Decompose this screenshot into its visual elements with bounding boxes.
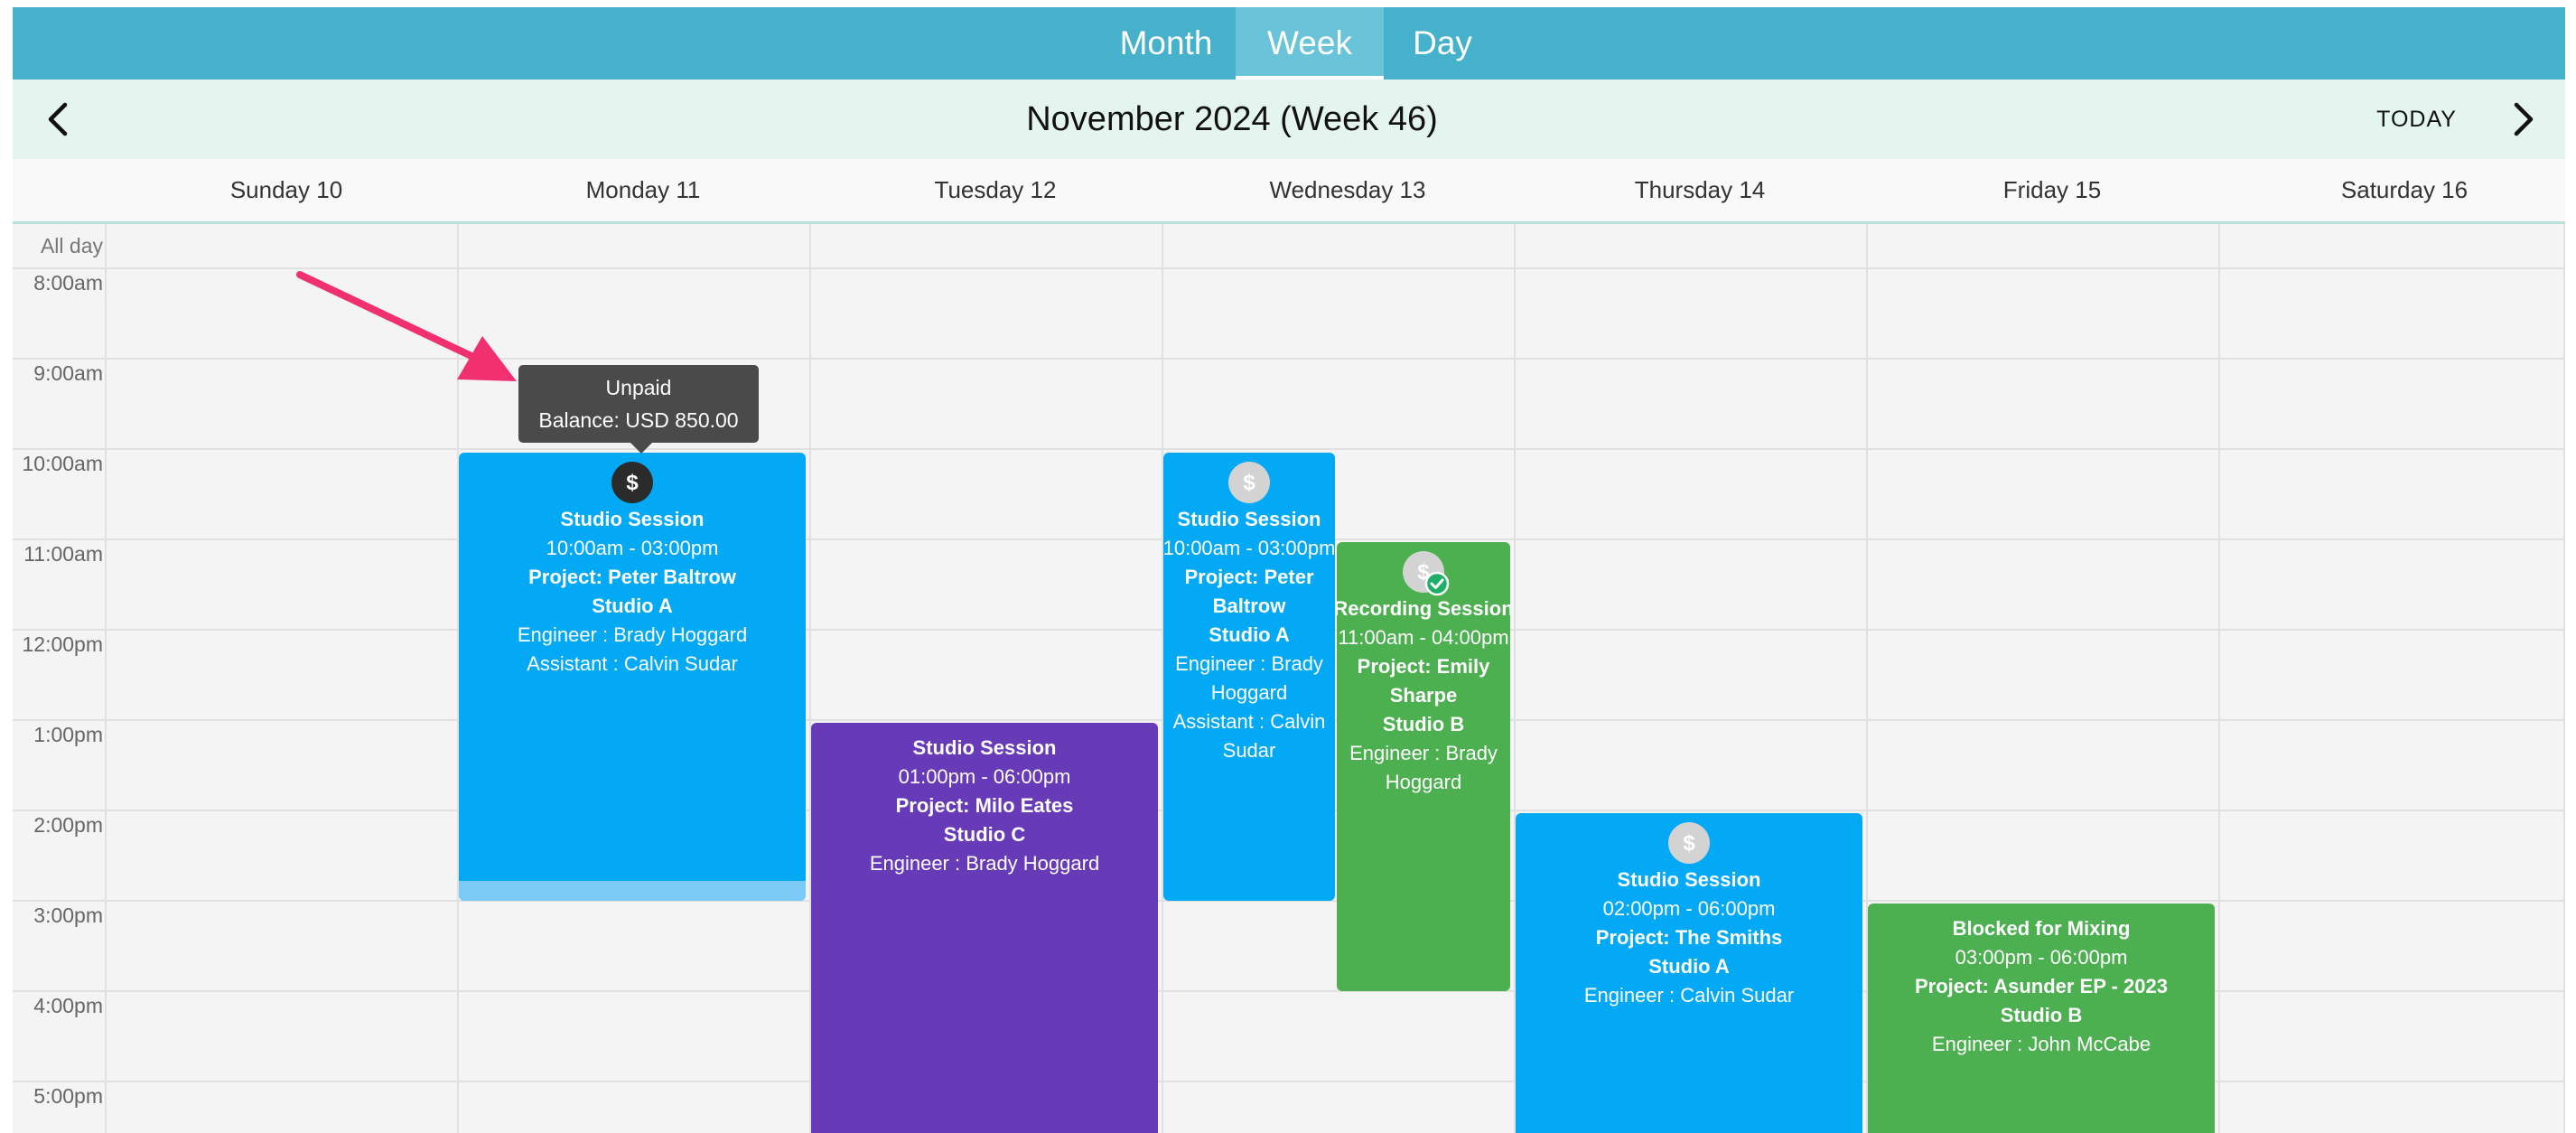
- day-header-saturday[interactable]: Saturday 16: [2218, 159, 2565, 221]
- event-title: Studio Session: [1177, 508, 1321, 530]
- hour-label: 4:00pm: [33, 994, 103, 1017]
- event-blocked-for-mixing-friday[interactable]: Blocked for Mixing 03:00pm - 06:00pm Pro…: [1868, 904, 2215, 1133]
- event-engineer: Engineer : Brady: [1175, 652, 1323, 675]
- day-header-thursday[interactable]: Thursday 14: [1514, 159, 1886, 221]
- today-button[interactable]: TODAY: [2376, 80, 2457, 159]
- event-project: Project: Milo Eates: [895, 794, 1074, 817]
- event-studio-session-wednesday[interactable]: $ Studio Session 10:00am - 03:00pm Proje…: [1163, 453, 1335, 901]
- hour-label: 2:00pm: [33, 813, 103, 837]
- event-room: Studio A: [1648, 955, 1730, 978]
- dollar-icon: $: [611, 462, 653, 503]
- event-time: 03:00pm - 06:00pm: [1955, 946, 2128, 969]
- event-assistant-cont: Sudar: [1222, 739, 1276, 762]
- event-engineer-cont: Hoggard: [1385, 771, 1462, 793]
- event-project: Project: Asunder EP - 2023: [1915, 975, 2168, 997]
- event-title: Studio Session: [912, 736, 1057, 759]
- dollar-icon: $: [1668, 822, 1710, 864]
- chevron-right-icon: [2514, 102, 2534, 136]
- dollar-icon: $: [1228, 462, 1270, 503]
- event-studio-session-monday[interactable]: $ Studio Session 10:00am - 03:00pm Proje…: [459, 453, 806, 901]
- event-project: Project: Peter Baltrow: [528, 566, 736, 588]
- event-project: Project: Emily: [1357, 655, 1490, 678]
- hour-label: 12:00pm: [22, 632, 103, 656]
- hour-label: 5:00pm: [33, 1084, 103, 1108]
- event-project-cont: Sharpe: [1389, 684, 1458, 707]
- event-engineer: Engineer : Calvin Sudar: [1583, 984, 1795, 1007]
- event-title: Studio Session: [560, 508, 705, 530]
- tab-week[interactable]: Week: [1236, 7, 1384, 80]
- event-room: Studio B: [2000, 1004, 2083, 1026]
- payment-status-unpaid[interactable]: $: [611, 462, 653, 503]
- event-recording-session-wednesday[interactable]: $ Recording Session 11:00am - 04:00pm Pr…: [1337, 542, 1510, 991]
- event-time: 10:00am - 03:00pm: [546, 537, 719, 559]
- next-week-button[interactable]: [2497, 94, 2547, 145]
- annotation-arrow-icon: [296, 271, 517, 381]
- event-time: 10:00am - 03:00pm: [1163, 537, 1335, 559]
- hour-label: 1:00pm: [33, 723, 103, 746]
- calendar-app: Month Week Day November 2024 (Week 46) T…: [13, 7, 2565, 1133]
- event-time: 11:00am - 04:00pm: [1338, 626, 1509, 649]
- event-project: Project: Peter: [1184, 566, 1314, 588]
- grid-column-line: [2218, 224, 2220, 1133]
- day-header-wednesday[interactable]: Wednesday 13: [1162, 159, 1534, 221]
- event-studio-session-thursday[interactable]: $ Studio Session 02:00pm - 06:00pm Proje…: [1516, 813, 1862, 1133]
- event-project: Project: The Smiths: [1595, 926, 1783, 949]
- svg-text:$: $: [1683, 831, 1695, 856]
- svg-text:$: $: [626, 471, 639, 495]
- day-header-tuesday[interactable]: Tuesday 12: [809, 159, 1181, 221]
- event-room: Studio C: [943, 823, 1026, 846]
- hour-label: 3:00pm: [33, 904, 103, 927]
- event-engineer: Engineer : Brady Hoggard: [869, 852, 1100, 875]
- day-header-friday[interactable]: Friday 15: [1866, 159, 2238, 221]
- event-engineer: Engineer : John McCabe: [1931, 1033, 2151, 1055]
- event-resize-handle[interactable]: [459, 881, 806, 901]
- payment-status-icon[interactable]: $: [1668, 822, 1710, 864]
- event-engineer: Engineer : Brady Hoggard: [517, 623, 748, 646]
- event-studio-session-tuesday[interactable]: Studio Session 01:00pm - 06:00pm Project…: [811, 723, 1158, 1133]
- event-project-cont: Baltrow: [1212, 595, 1286, 617]
- tab-day[interactable]: Day: [1386, 7, 1499, 80]
- payment-status-paid[interactable]: $: [1403, 551, 1450, 596]
- event-engineer-cont: Hoggard: [1210, 681, 1288, 704]
- event-room: Studio A: [592, 595, 673, 617]
- event-assistant: Assistant : Calvin: [1172, 710, 1326, 733]
- event-engineer: Engineer : Brady: [1349, 742, 1498, 764]
- event-time: 02:00pm - 06:00pm: [1602, 897, 1776, 920]
- event-room: Studio A: [1209, 623, 1290, 646]
- grid-column-line: [2563, 224, 2565, 1133]
- dollar-check-icon: $: [1403, 551, 1450, 596]
- tab-month[interactable]: Month: [1100, 7, 1232, 80]
- event-room: Studio B: [1382, 713, 1465, 735]
- event-title: Studio Session: [1617, 868, 1761, 891]
- hour-label: 11:00am: [23, 542, 103, 566]
- event-assistant: Assistant : Calvin Sudar: [527, 652, 738, 675]
- svg-text:$: $: [1243, 471, 1255, 495]
- event-time: 01:00pm - 06:00pm: [898, 765, 1071, 788]
- event-title: Blocked for Mixing: [1952, 917, 2131, 940]
- event-title: Recording Session: [1337, 597, 1510, 620]
- payment-status-icon[interactable]: $: [1228, 462, 1270, 503]
